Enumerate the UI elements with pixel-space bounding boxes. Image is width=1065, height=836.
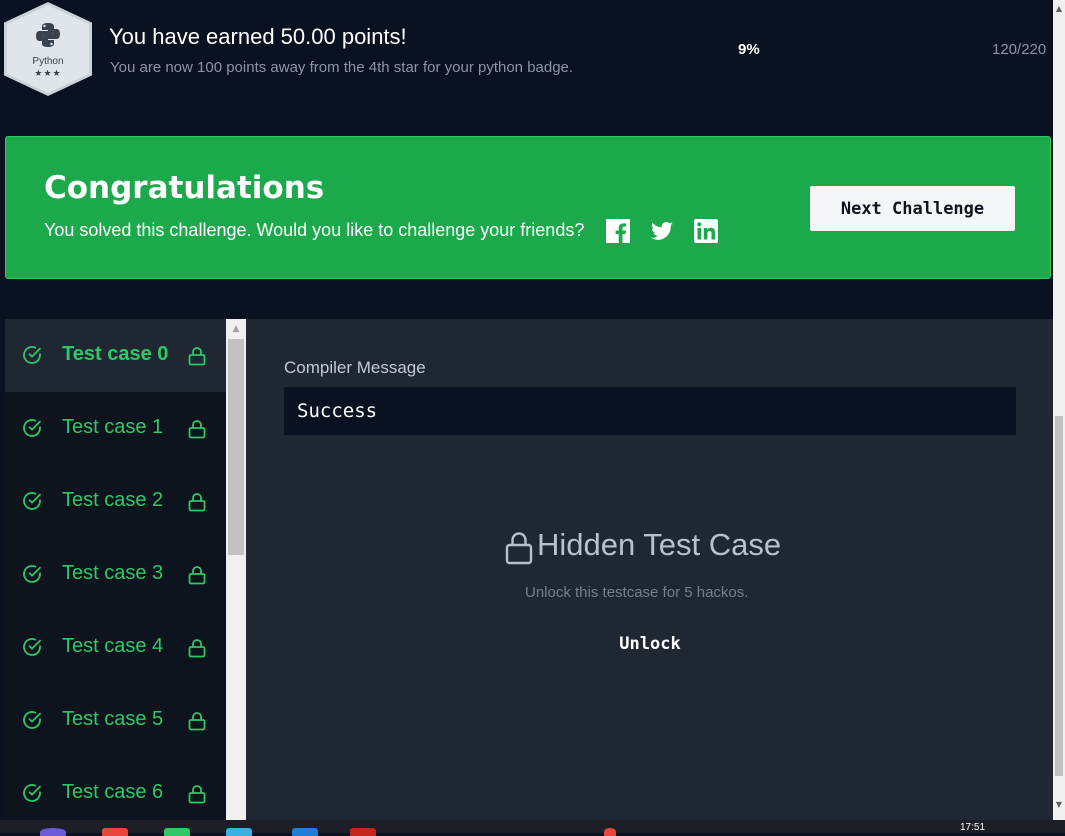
- lock-icon: [188, 639, 206, 658]
- test-case-label: Test case 3: [62, 562, 164, 584]
- test-case-item[interactable]: Test case 1: [5, 392, 226, 465]
- check-circle-icon: [23, 492, 41, 510]
- next-challenge-button[interactable]: Next Challenge: [810, 186, 1015, 231]
- points-earned-subtitle: You are now 100 points away from the 4th…: [110, 59, 574, 76]
- lock-icon: [188, 493, 206, 512]
- scrollbar-thumb[interactable]: [1055, 416, 1063, 776]
- notification-icon[interactable]: [604, 828, 616, 836]
- test-case-item[interactable]: Test case 4: [5, 611, 226, 684]
- hidden-test-case-subtitle: Unlock this testcase for 5 hackos.: [525, 584, 749, 601]
- check-circle-icon: [23, 784, 41, 802]
- unlock-button[interactable]: Unlock: [603, 629, 697, 659]
- compiler-message-label: Compiler Message: [284, 358, 426, 377]
- app-icon[interactable]: [292, 828, 318, 836]
- test-case-item[interactable]: Test case 3: [5, 538, 226, 611]
- congratulations-title: Congratulations: [44, 170, 325, 206]
- lock-icon: [188, 785, 206, 804]
- test-case-item[interactable]: Test case 0: [5, 319, 226, 392]
- points-earned-title: You have earned 50.00 points!: [109, 24, 407, 49]
- test-case-label: Test case 5: [62, 708, 164, 730]
- app-icon[interactable]: [350, 828, 376, 836]
- lock-icon: [188, 566, 206, 585]
- congratulations-banner: Congratulations You solved this challeng…: [5, 136, 1051, 279]
- test-case-scrollbar[interactable]: ▲: [226, 319, 246, 820]
- test-case-label: Test case 0: [62, 343, 169, 365]
- app-icon[interactable]: [226, 828, 252, 836]
- check-circle-icon: [23, 419, 41, 437]
- twitter-icon[interactable]: [650, 219, 674, 243]
- test-case-item[interactable]: Test case 5: [5, 684, 226, 757]
- lock-icon: [188, 420, 206, 439]
- test-case-list: Test case 0 Test case 1 Test case 2 Test…: [5, 319, 226, 820]
- test-case-label: Test case 4: [62, 635, 164, 657]
- test-case-item[interactable]: Test case 6: [5, 757, 226, 820]
- window-scrollbar[interactable]: ▲ ▼: [1053, 0, 1065, 820]
- check-circle-icon: [23, 565, 41, 583]
- progress-count: 120/220: [992, 41, 1047, 58]
- compiler-message-box: Success: [284, 387, 1016, 435]
- scrollbar-thumb[interactable]: [228, 339, 244, 555]
- congratulations-text: You solved this challenge. Would you lik…: [44, 220, 585, 240]
- test-case-item[interactable]: Test case 2: [5, 465, 226, 538]
- badge-name: Python: [32, 56, 64, 67]
- progress-percent: 9%: [738, 41, 760, 58]
- test-case-label: Test case 1: [62, 416, 164, 438]
- taskbar-clock: 17:51: [960, 822, 986, 833]
- check-circle-icon: [23, 638, 41, 656]
- test-case-label: Test case 6: [62, 781, 164, 803]
- linkedin-icon[interactable]: [694, 219, 718, 243]
- python-badge: Python ★★★: [4, 2, 92, 96]
- scroll-up-icon[interactable]: ▲: [226, 319, 246, 337]
- check-circle-icon: [23, 346, 41, 364]
- test-case-label: Test case 2: [62, 489, 164, 511]
- app-icon[interactable]: [164, 828, 190, 836]
- app-icon[interactable]: [40, 828, 66, 836]
- badge-stars: ★★★: [34, 69, 62, 79]
- points-header: Python ★★★ You have earned 50.00 points!…: [0, 0, 1053, 118]
- lock-icon: [188, 712, 206, 731]
- check-circle-icon: [23, 711, 41, 729]
- facebook-icon[interactable]: [606, 219, 630, 243]
- scroll-up-icon[interactable]: ▲: [1053, 4, 1065, 16]
- app-icon[interactable]: [102, 828, 128, 836]
- scroll-down-icon[interactable]: ▼: [1053, 800, 1065, 812]
- taskbar: 17:51: [0, 820, 1065, 836]
- results-panel: Test case 0 Test case 1 Test case 2 Test…: [5, 319, 1053, 820]
- python-logo-icon: [36, 23, 60, 47]
- hidden-test-case-title: Hidden Test Case: [537, 527, 782, 562]
- lock-icon: [188, 347, 206, 366]
- lock-icon: [505, 532, 533, 565]
- compiler-message-text: Success: [297, 400, 378, 422]
